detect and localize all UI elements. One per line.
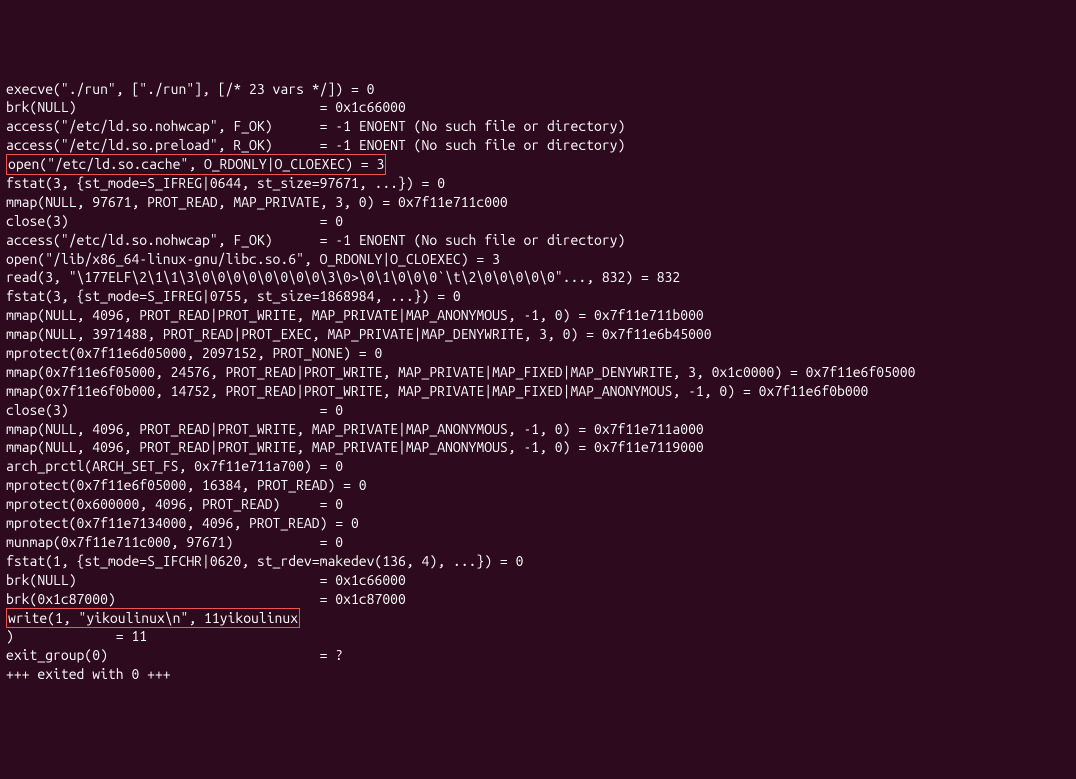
terminal-line: fstat(3, {st_mode=S_IFREG|0755, st_size=… [6, 287, 1070, 306]
terminal-line: open("/lib/x86_64-linux-gnu/libc.so.6", … [6, 250, 1070, 269]
terminal-line: mmap(NULL, 4096, PROT_READ|PROT_WRITE, M… [6, 420, 1070, 439]
terminal-line: access("/etc/ld.so.preload", R_OK) = -1 … [6, 136, 1070, 155]
terminal-line: execve("./run", ["./run"], [/* 23 vars *… [6, 80, 1070, 99]
terminal-line: brk(NULL) = 0x1c66000 [6, 571, 1070, 590]
terminal-line: mmap(NULL, 3971488, PROT_READ|PROT_EXEC,… [6, 325, 1070, 344]
terminal-line: mmap(0x7f11e6f0b000, 14752, PROT_READ|PR… [6, 382, 1070, 401]
terminal-line: brk(0x1c87000) = 0x1c87000 [6, 590, 1070, 609]
highlighted-syscall: open("/etc/ld.so.cache", O_RDONLY|O_CLOE… [6, 154, 386, 175]
terminal-line: fstat(1, {st_mode=S_IFCHR|0620, st_rdev=… [6, 552, 1070, 571]
terminal-line: mmap(0x7f11e6f05000, 24576, PROT_READ|PR… [6, 363, 1070, 382]
terminal-line: exit_group(0) = ? [6, 646, 1070, 665]
terminal-line: mmap(NULL, 97671, PROT_READ, MAP_PRIVATE… [6, 193, 1070, 212]
terminal-line: access("/etc/ld.so.nohwcap", F_OK) = -1 … [6, 117, 1070, 136]
terminal-line: mprotect(0x7f11e7134000, 4096, PROT_READ… [6, 514, 1070, 533]
terminal-line: close(3) = 0 [6, 401, 1070, 420]
terminal-line: ) = 11 [6, 627, 1070, 646]
terminal-line: mprotect(0x7f11e6d05000, 2097152, PROT_N… [6, 344, 1070, 363]
terminal-line: mprotect(0x600000, 4096, PROT_READ) = 0 [6, 495, 1070, 514]
terminal-line: arch_prctl(ARCH_SET_FS, 0x7f11e711a700) … [6, 457, 1070, 476]
terminal-line: munmap(0x7f11e711c000, 97671) = 0 [6, 533, 1070, 552]
terminal-line: write(1, "yikoulinux\n", 11yikoulinux [6, 609, 1070, 628]
terminal-line: read(3, "\177ELF\2\1\1\3\0\0\0\0\0\0\0\0… [6, 268, 1070, 287]
terminal-line: mmap(NULL, 4096, PROT_READ|PROT_WRITE, M… [6, 306, 1070, 325]
terminal-line: fstat(3, {st_mode=S_IFREG|0644, st_size=… [6, 174, 1070, 193]
terminal-line: mprotect(0x7f11e6f05000, 16384, PROT_REA… [6, 476, 1070, 495]
terminal-line: open("/etc/ld.so.cache", O_RDONLY|O_CLOE… [6, 155, 1070, 174]
terminal-line: access("/etc/ld.so.nohwcap", F_OK) = -1 … [6, 231, 1070, 250]
highlighted-syscall: write(1, "yikoulinux\n", 11yikoulinux [6, 608, 300, 629]
terminal-line: +++ exited with 0 +++ [6, 665, 1070, 684]
terminal-line: brk(NULL) = 0x1c66000 [6, 98, 1070, 117]
terminal-line: close(3) = 0 [6, 212, 1070, 231]
terminal-output: execve("./run", ["./run"], [/* 23 vars *… [6, 80, 1070, 685]
terminal-line: mmap(NULL, 4096, PROT_READ|PROT_WRITE, M… [6, 438, 1070, 457]
